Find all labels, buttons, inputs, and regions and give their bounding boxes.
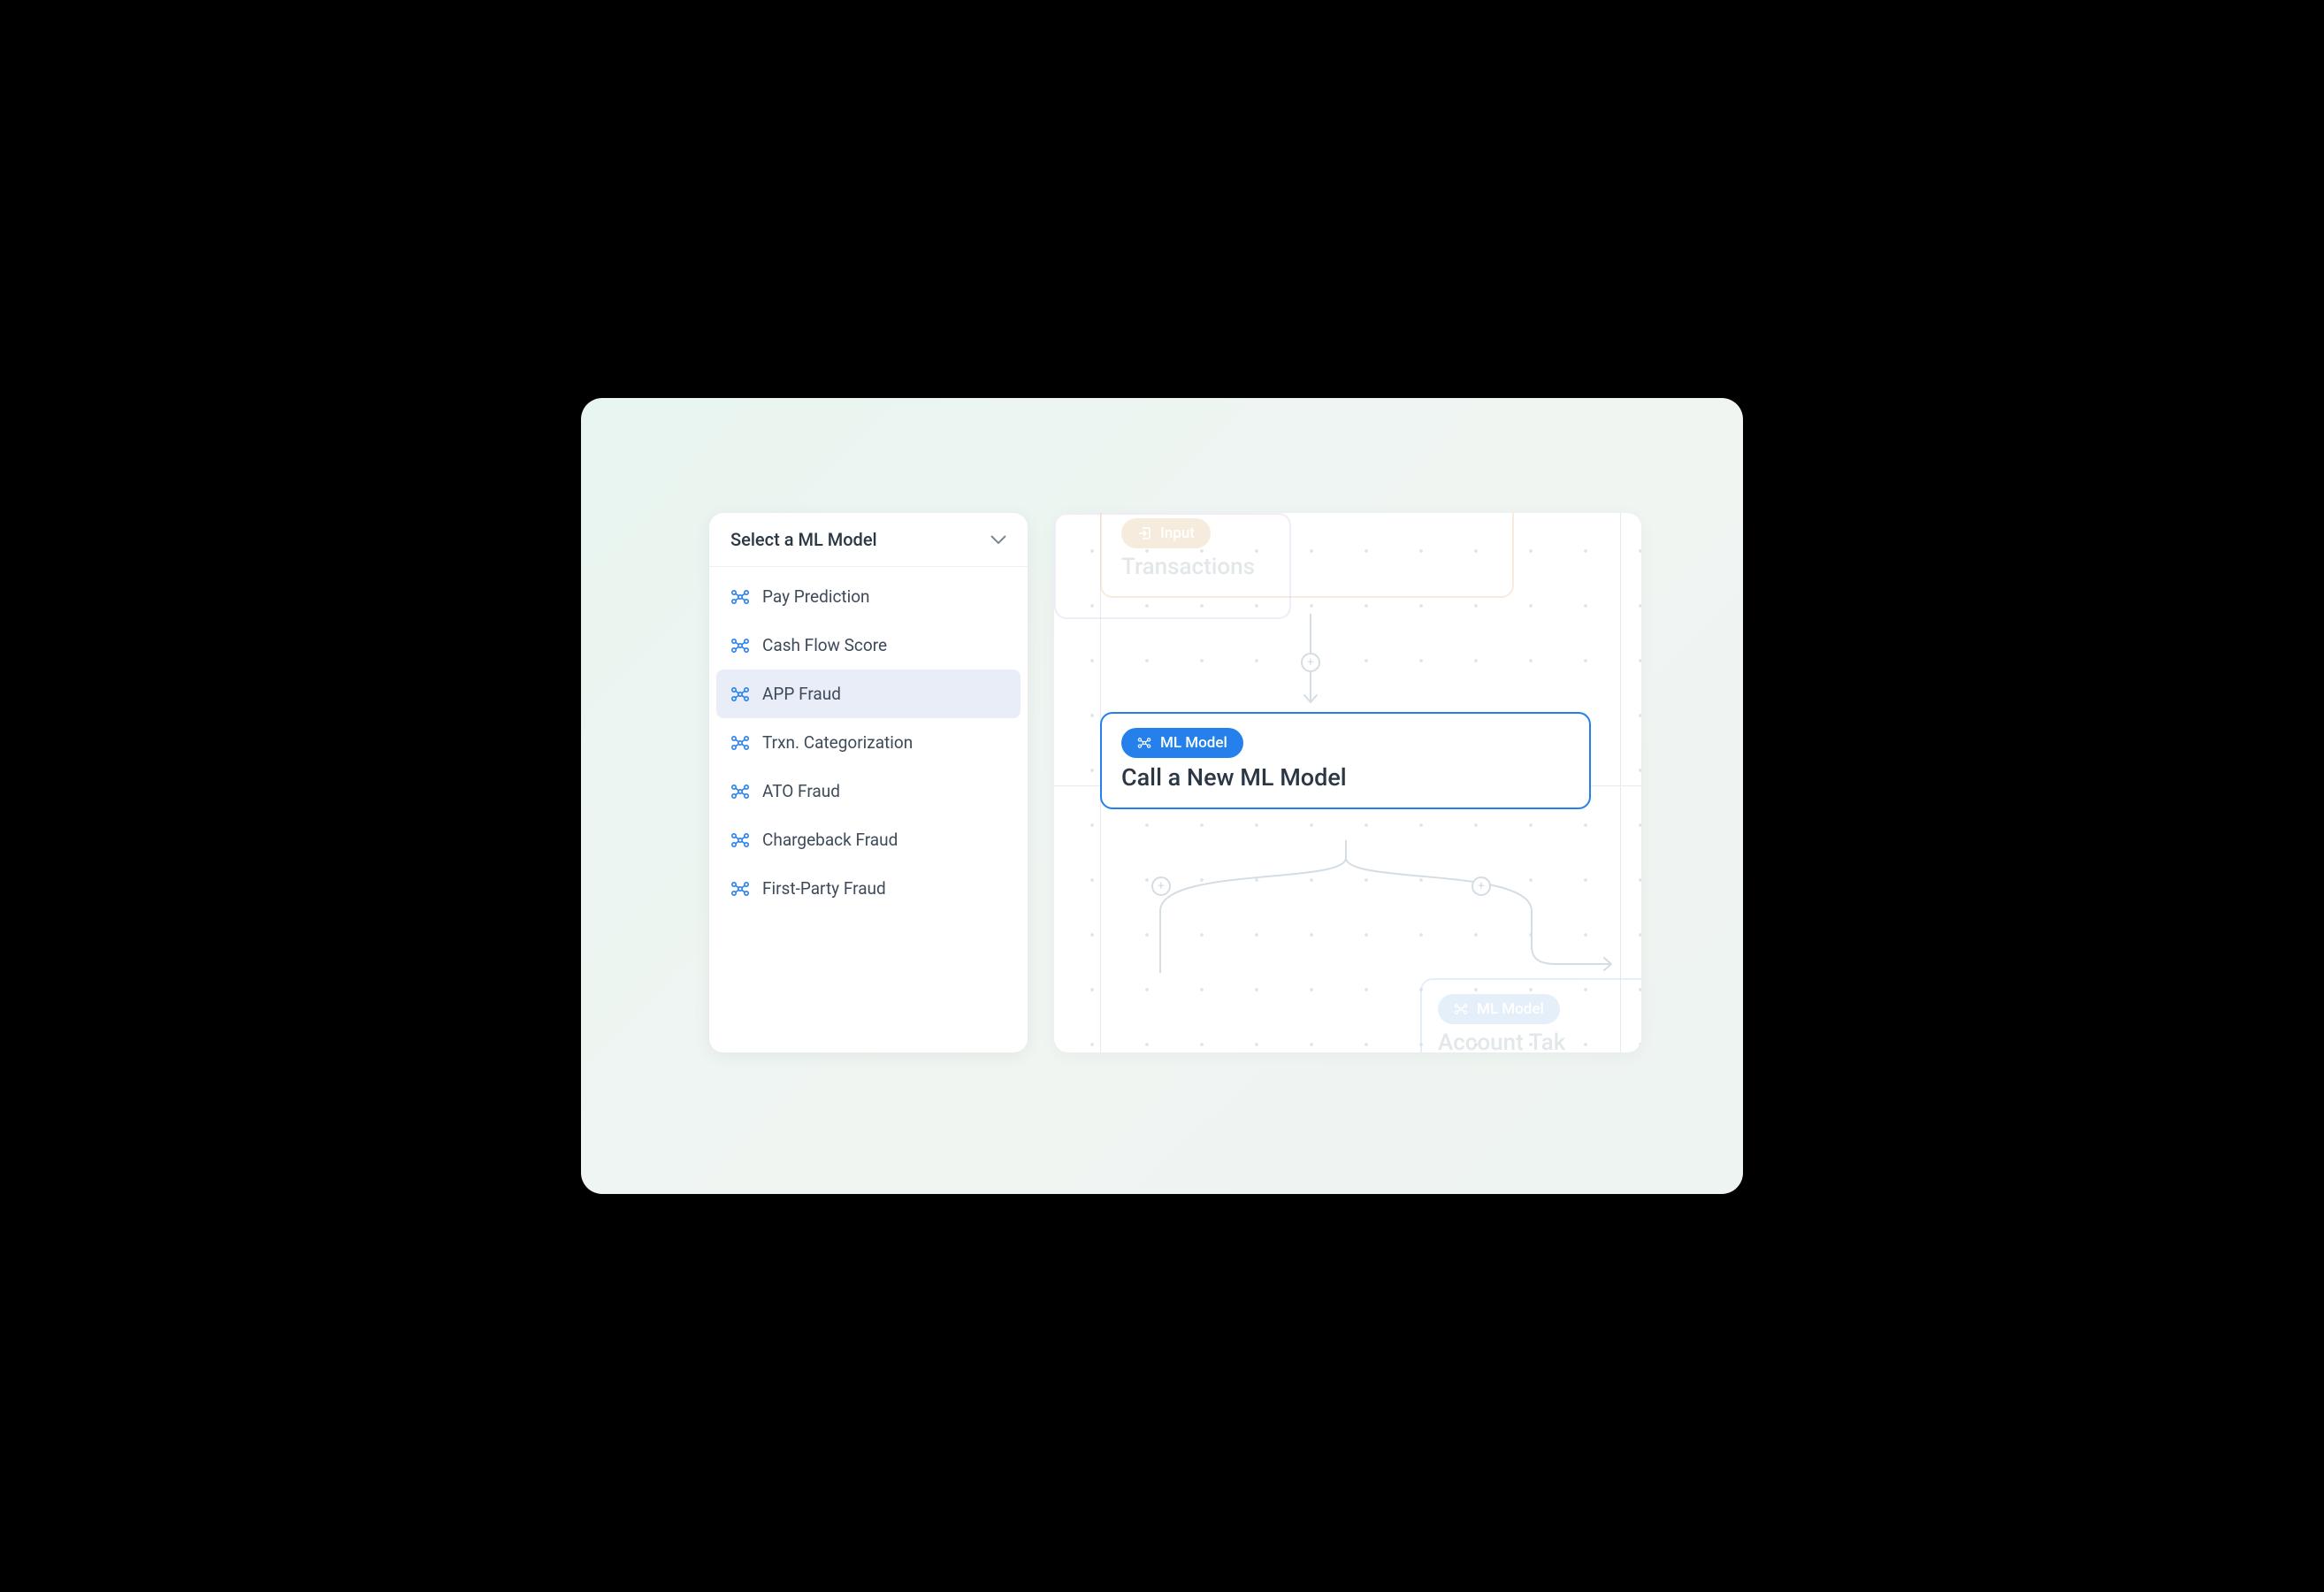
ml-node-faded-title: Account Tak (1438, 1029, 1641, 1052)
ml-model-node-faded[interactable]: ML Model Account Tak (1420, 978, 1641, 1052)
ml-network-icon (730, 636, 750, 655)
ml-node-title: Call a New ML Model (1121, 763, 1570, 792)
dropdown-item[interactable]: ATO Fraud (709, 767, 1028, 815)
dropdown-item-label: First-Party Fraud (762, 878, 886, 899)
workflow-canvas[interactable]: + + + Input Transactions (1054, 513, 1641, 1052)
ml-network-icon (730, 830, 750, 850)
ml-tag: ML Model (1121, 728, 1243, 758)
ml-network-icon (730, 685, 750, 704)
dropdown-item[interactable]: Trxn. Categorization (709, 718, 1028, 767)
dropdown-item[interactable]: Pay Prediction (709, 572, 1028, 621)
ml-network-icon (730, 879, 750, 899)
dropdown-item[interactable]: Cash Flow Score (709, 621, 1028, 670)
ml-tag-faded: ML Model (1438, 994, 1560, 1024)
ml-network-icon (730, 782, 750, 801)
dropdown-item[interactable]: Chargeback Fraud (709, 815, 1028, 864)
dropdown-item-label: Trxn. Categorization (762, 732, 913, 753)
chevron-down-icon (990, 535, 1006, 544)
ml-model-dropdown: Select a ML Model Pay Prediction Cash Fl… (709, 513, 1028, 1052)
add-node-button[interactable]: + (1472, 876, 1491, 896)
dropdown-item-label: Chargeback Fraud (762, 830, 898, 850)
dropdown-item-label: ATO Fraud (762, 781, 840, 801)
ml-tag-label: ML Model (1160, 734, 1227, 752)
ml-network-icon (1137, 736, 1151, 750)
add-node-button[interactable]: + (1301, 653, 1320, 672)
ml-tag-faded-label: ML Model (1477, 1000, 1544, 1018)
ml-network-icon (1454, 1002, 1468, 1016)
ml-model-node[interactable]: ML Model Call a New ML Model (1100, 712, 1591, 809)
connector-ml-branches (1107, 840, 1620, 973)
dropdown-item-label: Pay Prediction (762, 586, 870, 607)
app-container: Select a ML Model Pay Prediction Cash Fl… (581, 398, 1743, 1194)
dropdown-item[interactable]: APP Fraud (716, 670, 1021, 718)
ml-network-icon (730, 587, 750, 607)
add-node-button[interactable]: + (1151, 876, 1171, 896)
dropdown-header[interactable]: Select a ML Model (709, 513, 1028, 567)
grid-line (1620, 513, 1621, 1052)
content-wrap: Select a ML Model Pay Prediction Cash Fl… (709, 513, 1641, 1052)
purple-node-stub[interactable] (1054, 513, 1291, 619)
dropdown-title: Select a ML Model (730, 529, 877, 550)
dropdown-item-label: Cash Flow Score (762, 635, 887, 655)
dropdown-list: Pay Prediction Cash Flow Score APP Fraud… (709, 567, 1028, 918)
dropdown-item[interactable]: First-Party Fraud (709, 864, 1028, 913)
ml-network-icon (730, 733, 750, 753)
dropdown-item-label: APP Fraud (762, 684, 841, 704)
